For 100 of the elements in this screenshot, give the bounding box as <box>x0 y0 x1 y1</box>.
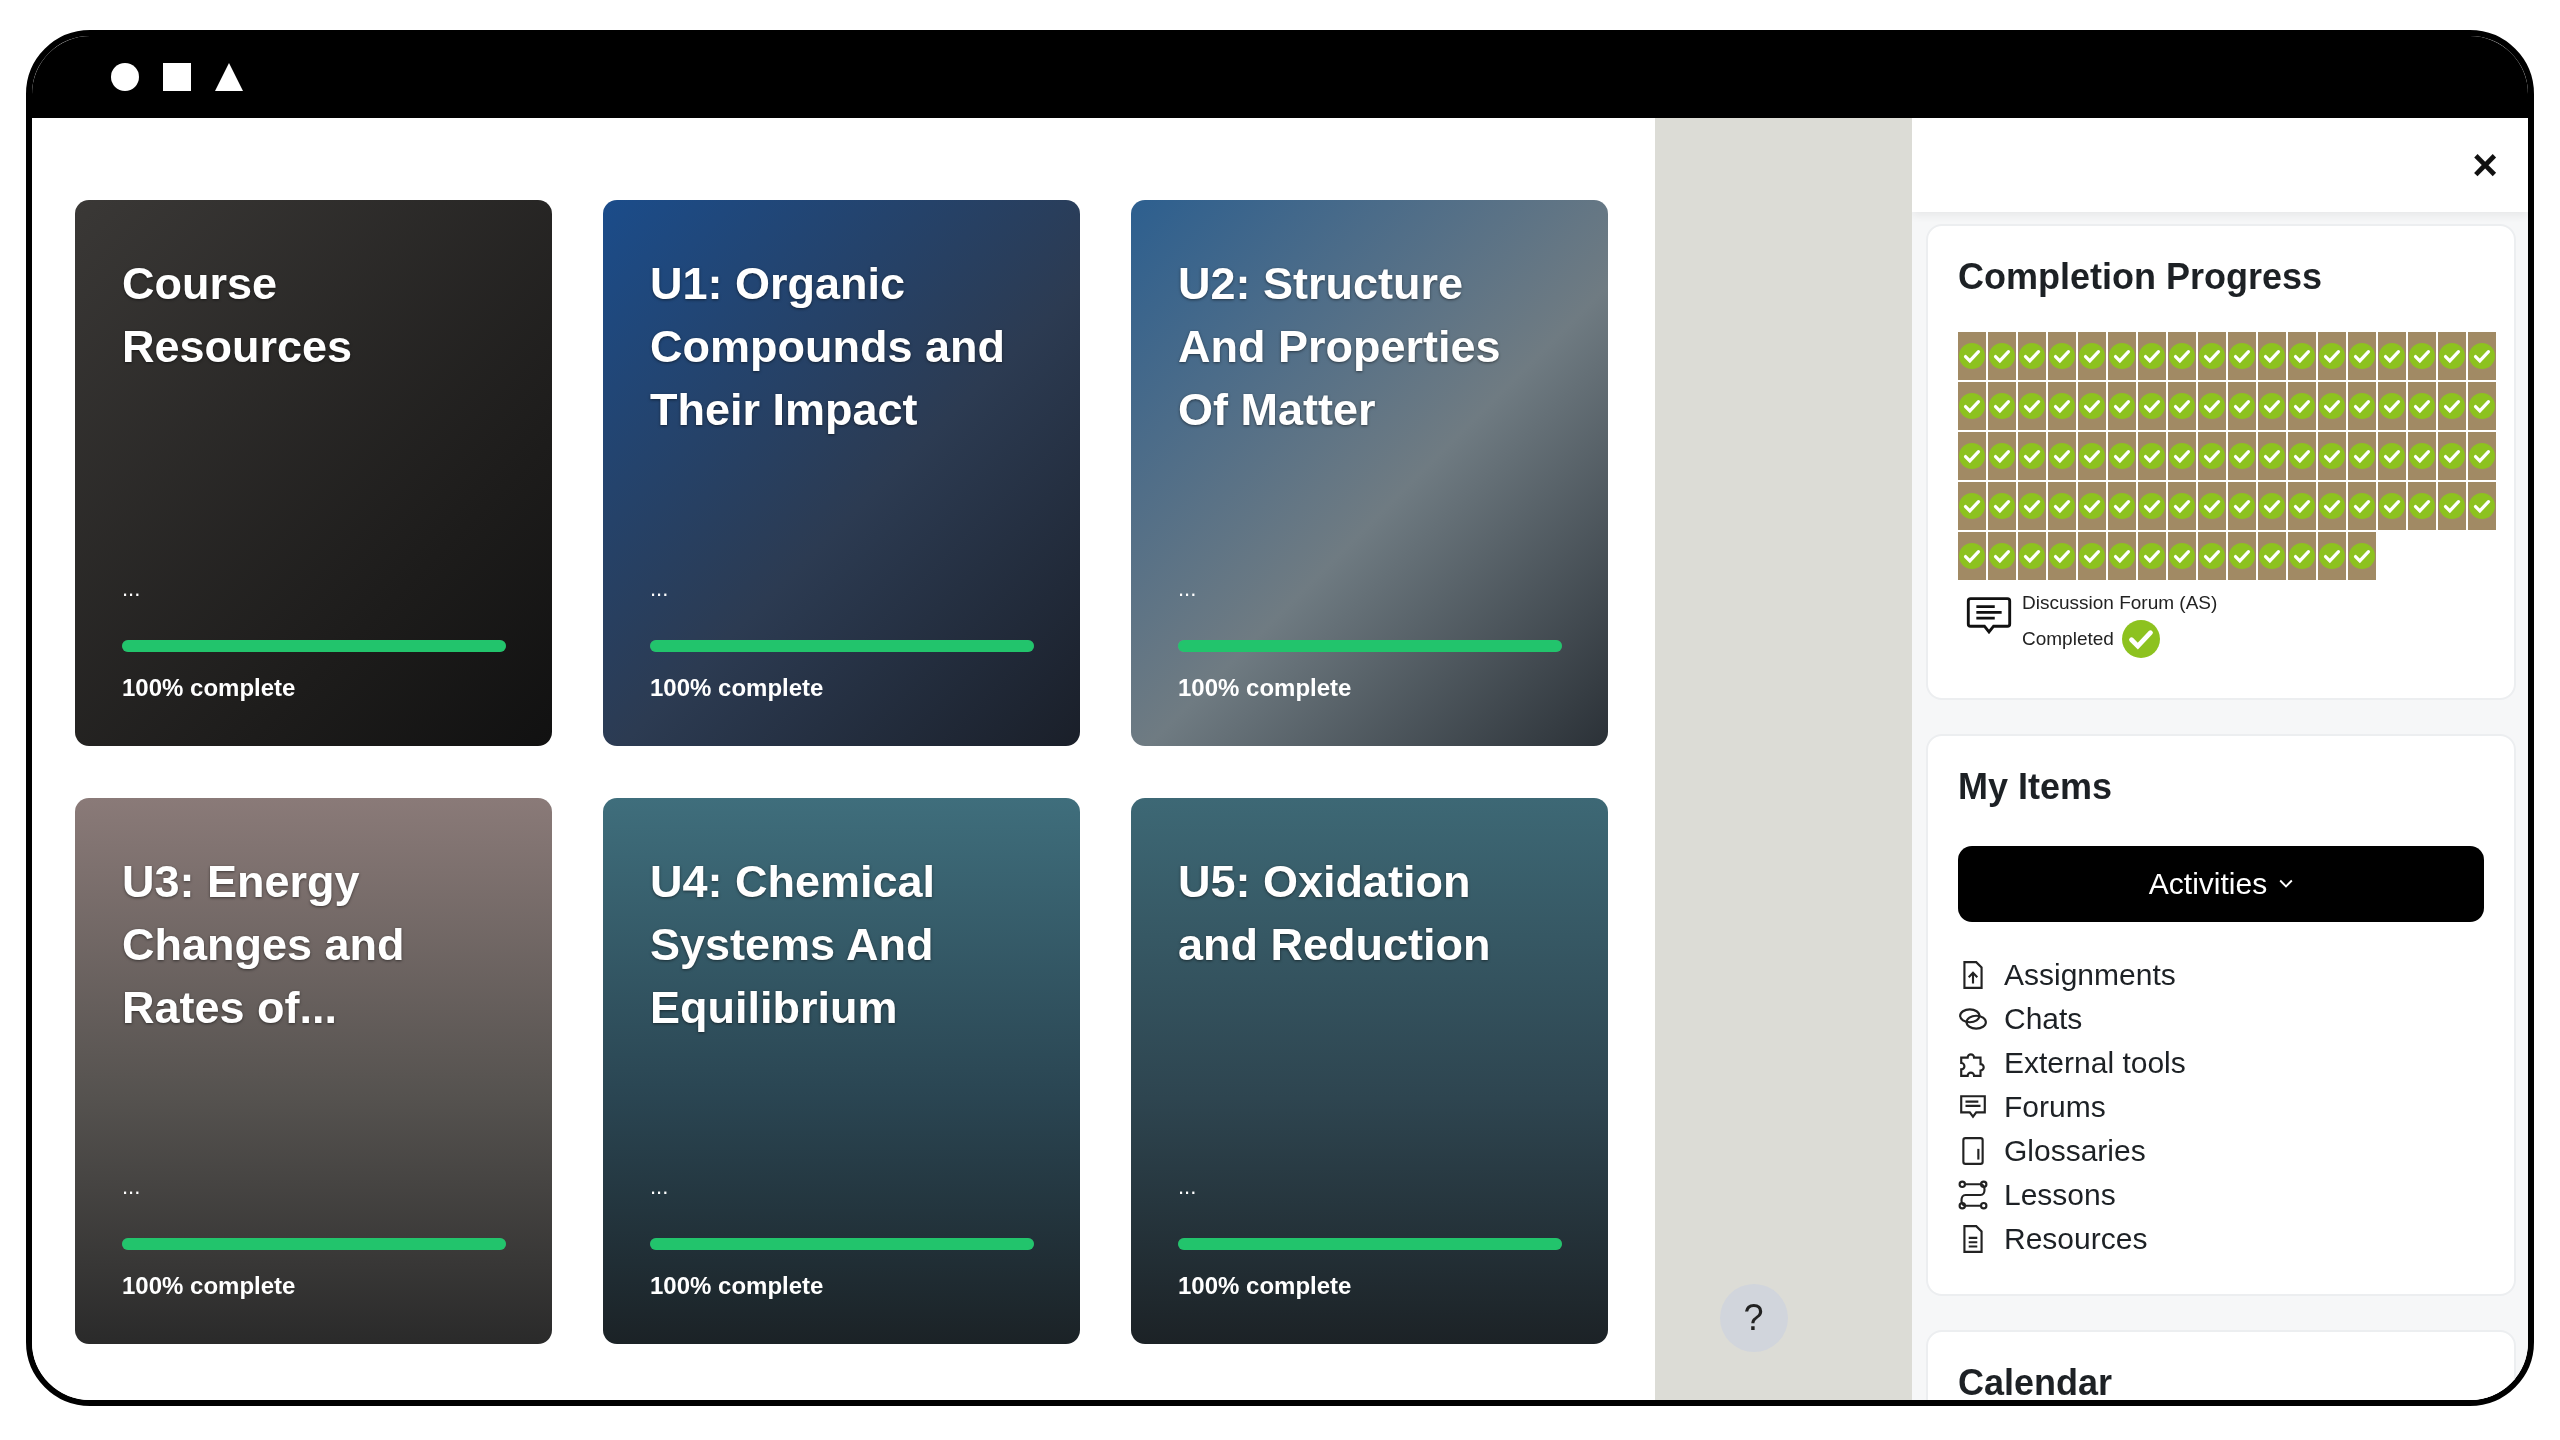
progress-cell[interactable] <box>2228 382 2256 430</box>
activity-link[interactable]: Chats <box>2004 1002 2083 1036</box>
progress-cell[interactable] <box>2408 432 2436 480</box>
progress-cell[interactable] <box>2048 382 2076 430</box>
progress-cell[interactable] <box>1988 382 2016 430</box>
progress-cell[interactable] <box>2048 482 2076 530</box>
progress-cell[interactable] <box>2138 482 2166 530</box>
progress-cell[interactable] <box>2288 382 2316 430</box>
progress-cell[interactable] <box>2078 482 2106 530</box>
progress-cell[interactable] <box>2288 432 2316 480</box>
progress-cell[interactable] <box>2228 332 2256 380</box>
progress-cell[interactable] <box>2108 332 2136 380</box>
activities-dropdown[interactable]: Activities <box>1958 846 2484 922</box>
progress-cell[interactable] <box>2108 482 2136 530</box>
progress-cell[interactable] <box>2318 482 2346 530</box>
progress-cell[interactable] <box>2258 382 2286 430</box>
progress-cell[interactable] <box>2168 382 2196 430</box>
progress-cell[interactable] <box>2228 432 2256 480</box>
progress-cell[interactable] <box>2288 332 2316 380</box>
progress-cell[interactable] <box>2378 332 2406 380</box>
activity-link[interactable]: Resources <box>2004 1222 2148 1256</box>
progress-cell[interactable] <box>2378 432 2406 480</box>
progress-cell[interactable] <box>2228 532 2256 580</box>
progress-cell[interactable] <box>2348 432 2376 480</box>
progress-cell[interactable] <box>2318 532 2346 580</box>
progress-cell[interactable] <box>2138 432 2166 480</box>
progress-cell[interactable] <box>2258 532 2286 580</box>
course-card[interactable]: Course Resources ... 100% complete <box>75 200 552 746</box>
progress-cell[interactable] <box>2078 432 2106 480</box>
progress-cell[interactable] <box>1958 332 1986 380</box>
progress-cell[interactable] <box>2438 432 2466 480</box>
progress-cell[interactable] <box>2018 532 2046 580</box>
progress-cell[interactable] <box>2168 482 2196 530</box>
activity-link[interactable]: Glossaries <box>2004 1134 2146 1168</box>
progress-cell[interactable] <box>2468 382 2496 430</box>
progress-cell[interactable] <box>2258 332 2286 380</box>
progress-cell[interactable] <box>2378 482 2406 530</box>
progress-cell[interactable] <box>2468 332 2496 380</box>
progress-cell[interactable] <box>2438 482 2466 530</box>
progress-cell[interactable] <box>2378 382 2406 430</box>
course-card[interactable]: U5: Oxidation and Reduction ... 100% complete <box>1131 798 1608 1344</box>
progress-cell[interactable] <box>2048 432 2076 480</box>
progress-cell[interactable] <box>2468 432 2496 480</box>
progress-cell[interactable] <box>2408 482 2436 530</box>
progress-cell[interactable] <box>1958 382 1986 430</box>
progress-cell[interactable] <box>2318 332 2346 380</box>
progress-cell[interactable] <box>2408 382 2436 430</box>
progress-cell[interactable] <box>2198 532 2226 580</box>
progress-cell[interactable] <box>1988 432 2016 480</box>
progress-cell[interactable] <box>2048 332 2076 380</box>
progress-cell[interactable] <box>2138 332 2166 380</box>
progress-cell[interactable] <box>2198 482 2226 530</box>
progress-cell[interactable] <box>2108 432 2136 480</box>
progress-cell[interactable] <box>2228 482 2256 530</box>
progress-cell[interactable] <box>2108 382 2136 430</box>
progress-cell[interactable] <box>2018 432 2046 480</box>
progress-cell[interactable] <box>2468 482 2496 530</box>
course-card[interactable]: U1: Organic Compounds and Their Impact ... 100% complete <box>603 200 1080 746</box>
progress-cell[interactable] <box>1958 432 1986 480</box>
progress-cell[interactable] <box>2438 382 2466 430</box>
progress-cell[interactable] <box>2198 332 2226 380</box>
progress-cell[interactable] <box>2288 482 2316 530</box>
progress-cell[interactable] <box>2108 532 2136 580</box>
progress-cell[interactable] <box>2078 382 2106 430</box>
progress-cell[interactable] <box>2168 532 2196 580</box>
progress-cell[interactable] <box>2078 332 2106 380</box>
progress-cell[interactable] <box>2348 382 2376 430</box>
progress-cell[interactable] <box>2348 532 2376 580</box>
progress-cell[interactable] <box>2048 532 2076 580</box>
activity-link[interactable]: Forums <box>2004 1090 2106 1124</box>
progress-cell[interactable] <box>2138 532 2166 580</box>
progress-cell[interactable] <box>2198 432 2226 480</box>
progress-cell[interactable] <box>1988 482 2016 530</box>
progress-cell[interactable] <box>2288 532 2316 580</box>
progress-cell[interactable] <box>1988 332 2016 380</box>
progress-cell[interactable] <box>2168 432 2196 480</box>
progress-cell[interactable] <box>2018 332 2046 380</box>
progress-cell[interactable] <box>1988 532 2016 580</box>
course-card[interactable]: U2: Structure And Properties Of Matter ... 100% complete <box>1131 200 1608 746</box>
progress-cell[interactable] <box>2348 482 2376 530</box>
activity-link[interactable]: External tools <box>2004 1046 2186 1080</box>
activity-link[interactable]: Lessons <box>2004 1178 2116 1212</box>
progress-cell[interactable] <box>2138 382 2166 430</box>
course-card[interactable]: U4: Chemical Systems And Equilibrium ... 100% complete <box>603 798 1080 1344</box>
progress-cell[interactable] <box>2348 332 2376 380</box>
progress-cell[interactable] <box>2018 482 2046 530</box>
progress-cell[interactable] <box>2258 432 2286 480</box>
progress-cell[interactable] <box>2018 382 2046 430</box>
progress-cell[interactable] <box>2408 332 2436 380</box>
progress-cell[interactable] <box>1958 482 1986 530</box>
progress-cell[interactable] <box>2318 432 2346 480</box>
progress-cell[interactable] <box>2438 332 2466 380</box>
progress-cell[interactable] <box>2318 382 2346 430</box>
progress-cell[interactable] <box>1958 532 1986 580</box>
activity-link[interactable]: Assignments <box>2004 958 2176 992</box>
progress-cell[interactable] <box>2078 532 2106 580</box>
help-button[interactable]: ? <box>1719 1284 1788 1352</box>
progress-cell[interactable] <box>2258 482 2286 530</box>
progress-cell[interactable] <box>2198 382 2226 430</box>
course-card[interactable]: U3: Energy Changes and Rates of... ... 100% complete <box>75 798 552 1344</box>
